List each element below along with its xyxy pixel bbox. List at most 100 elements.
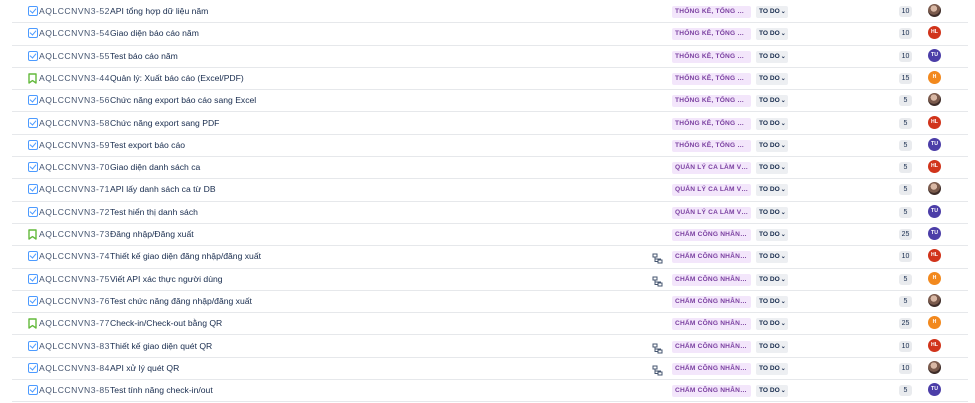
issue-key-link[interactable]: AQLCCNVN3-77 bbox=[39, 318, 110, 328]
status-dropdown[interactable]: TO DO⌄ bbox=[756, 273, 788, 286]
story-points-badge[interactable]: 5 bbox=[899, 139, 912, 151]
assignee-avatar[interactable] bbox=[928, 93, 941, 107]
epic-label[interactable]: CHẤM CÔNG NHÂN V... bbox=[672, 251, 751, 264]
story-points-badge[interactable]: 5 bbox=[899, 273, 912, 285]
epic-label[interactable]: THỐNG KÊ, TỔNG HỢ... bbox=[672, 50, 751, 63]
status-dropdown[interactable]: TO DO⌄ bbox=[756, 295, 788, 308]
assignee-avatar[interactable]: H bbox=[928, 316, 941, 330]
assignee-avatar[interactable]: TU bbox=[928, 204, 941, 218]
issue-key-link[interactable]: AQLCCNVN3-85 bbox=[39, 385, 110, 395]
story-points-badge[interactable]: 25 bbox=[899, 318, 912, 330]
issue-row[interactable]: AQLCCNVN3-56 Chức năng export báo cáo san… bbox=[12, 90, 968, 113]
epic-label[interactable]: CHẤM CÔNG NHÂN V... bbox=[672, 273, 751, 286]
issue-key-link[interactable]: AQLCCNVN3-58 bbox=[39, 118, 110, 128]
story-points-badge[interactable]: 10 bbox=[899, 362, 912, 374]
issue-summary[interactable]: Test export báo cáo bbox=[110, 140, 185, 150]
child-issues-icon[interactable] bbox=[652, 274, 663, 287]
epic-label[interactable]: THỐNG KÊ, TỔNG HỢ... bbox=[672, 6, 751, 18]
epic-label[interactable]: THỐNG KÊ, TỔNG HỢ... bbox=[672, 28, 751, 41]
issue-key-link[interactable]: AQLCCNVN3-55 bbox=[39, 51, 110, 61]
issue-row[interactable]: AQLCCNVN3-72 Test hiển thị danh sách QUẢN … bbox=[12, 202, 968, 224]
epic-label[interactable]: CHẤM CÔNG NHÂN V... bbox=[672, 229, 751, 241]
issue-row[interactable]: AQLCCNVN3-59 Test export báo cáo THỐNG KÊ,… bbox=[12, 135, 968, 158]
issue-key-link[interactable]: AQLCCNVN3-72 bbox=[39, 207, 110, 217]
issue-key-link[interactable]: AQLCCNVN3-56 bbox=[39, 95, 110, 105]
issue-row[interactable]: AQLCCNVN3-76 Test chức năng đăng nhập/đăn… bbox=[12, 291, 968, 314]
epic-label[interactable]: QUẢN LÝ CA LÀM VIỆC bbox=[672, 184, 751, 197]
child-issues-icon[interactable] bbox=[652, 251, 663, 264]
status-dropdown[interactable]: TO DO⌄ bbox=[756, 251, 788, 264]
epic-label[interactable]: CHẤM CÔNG NHÂN V... bbox=[672, 385, 751, 398]
issue-row[interactable]: AQLCCNVN3-73 Đăng nhập/Đăng xuất CHẤM CÔNG… bbox=[12, 224, 968, 247]
status-dropdown[interactable]: TO DO⌄ bbox=[756, 139, 788, 152]
issue-summary[interactable]: Chức năng export báo cáo sang Excel bbox=[110, 95, 256, 105]
issue-key-link[interactable]: AQLCCNVN3-83 bbox=[39, 341, 110, 351]
assignee-avatar[interactable] bbox=[928, 182, 941, 196]
issue-row[interactable]: AQLCCNVN3-70 Giao diện danh sách ca QUẢN L… bbox=[12, 157, 968, 180]
assignee-avatar[interactable]: TU bbox=[928, 383, 941, 397]
issue-key-link[interactable]: AQLCCNVN3-71 bbox=[39, 184, 110, 194]
story-points-badge[interactable]: 15 bbox=[899, 72, 912, 84]
issue-summary[interactable]: API tổng hợp dữ liệu năm bbox=[110, 6, 208, 16]
story-points-badge[interactable]: 10 bbox=[899, 251, 912, 263]
issue-summary[interactable]: Chức năng export sang PDF bbox=[110, 118, 219, 128]
epic-label[interactable]: CHẤM CÔNG NHÂN V... bbox=[672, 295, 751, 308]
issue-summary[interactable]: API xử lý quét QR bbox=[110, 363, 179, 373]
story-points-badge[interactable]: 10 bbox=[899, 6, 912, 17]
assignee-avatar[interactable]: H bbox=[928, 271, 941, 285]
epic-label[interactable]: CHẤM CÔNG NHÂN V... bbox=[672, 318, 751, 331]
story-points-badge[interactable]: 25 bbox=[899, 229, 912, 240]
story-points-badge[interactable]: 5 bbox=[899, 162, 912, 174]
issue-summary[interactable]: Đăng nhập/Đăng xuất bbox=[110, 229, 194, 239]
child-issues-icon[interactable] bbox=[652, 363, 663, 376]
status-dropdown[interactable]: TO DO⌄ bbox=[756, 385, 788, 398]
assignee-avatar[interactable]: HL bbox=[928, 115, 941, 129]
status-dropdown[interactable]: TO DO⌄ bbox=[756, 184, 788, 197]
issue-row[interactable]: AQLCCNVN3-83 Thiết kế giao diện quét QR CH… bbox=[12, 336, 968, 358]
issue-summary[interactable]: Giao diện danh sách ca bbox=[110, 162, 200, 172]
issue-summary[interactable]: API lấy danh sách ca từ DB bbox=[110, 184, 216, 194]
issue-summary[interactable]: Test báo cáo năm bbox=[110, 51, 178, 61]
story-points-badge[interactable]: 5 bbox=[899, 206, 912, 218]
status-dropdown[interactable]: TO DO⌄ bbox=[756, 162, 788, 175]
child-issues-icon[interactable] bbox=[652, 341, 663, 353]
issue-summary[interactable]: Viết API xác thực người dùng bbox=[110, 274, 223, 284]
status-dropdown[interactable]: TO DO⌄ bbox=[756, 95, 788, 108]
story-points-badge[interactable]: 5 bbox=[899, 385, 912, 397]
issue-key-link[interactable]: AQLCCNVN3-44 bbox=[39, 73, 110, 83]
story-points-badge[interactable]: 5 bbox=[899, 295, 912, 307]
assignee-avatar[interactable]: TU bbox=[928, 48, 941, 62]
issue-row[interactable]: AQLCCNVN3-55 Test báo cáo năm THỐNG KÊ, TỔ… bbox=[12, 46, 968, 68]
issue-summary[interactable]: Check-in/Check-out bằng QR bbox=[110, 318, 222, 328]
issue-row[interactable]: AQLCCNVN3-85 Test tính năng check-in/out C… bbox=[12, 380, 968, 403]
story-points-badge[interactable]: 10 bbox=[899, 50, 912, 62]
status-dropdown[interactable]: TO DO⌄ bbox=[756, 362, 788, 375]
issue-summary[interactable]: Test hiển thị danh sách bbox=[110, 207, 198, 217]
issue-row[interactable]: AQLCCNVN3-74 Thiết kế giao diện đăng nhập… bbox=[12, 246, 968, 269]
assignee-avatar[interactable]: HL bbox=[928, 338, 941, 352]
epic-label[interactable]: CHẤM CÔNG NHÂN V... bbox=[672, 362, 751, 375]
issue-key-link[interactable]: AQLCCNVN3-73 bbox=[39, 229, 110, 239]
epic-label[interactable]: QUẢN LÝ CA LÀM VIỆC bbox=[672, 206, 751, 219]
issue-key-link[interactable]: AQLCCNVN3-70 bbox=[39, 162, 110, 172]
status-dropdown[interactable]: TO DO⌄ bbox=[756, 28, 788, 41]
issue-key-link[interactable]: AQLCCNVN3-75 bbox=[39, 274, 110, 284]
epic-label[interactable]: THỐNG KÊ, TỔNG HỢ... bbox=[672, 72, 751, 85]
status-dropdown[interactable]: TO DO⌄ bbox=[756, 229, 788, 241]
status-dropdown[interactable]: TO DO⌄ bbox=[756, 206, 788, 219]
story-points-badge[interactable]: 5 bbox=[899, 117, 912, 129]
status-dropdown[interactable]: TO DO⌄ bbox=[756, 6, 788, 18]
issue-row[interactable]: AQLCCNVN3-58 Chức năng export sang PDF THỐ… bbox=[12, 113, 968, 135]
assignee-avatar[interactable] bbox=[928, 360, 941, 374]
assignee-avatar[interactable]: HL bbox=[928, 26, 941, 40]
issue-summary[interactable]: Test chức năng đăng nhập/đăng xuất bbox=[110, 296, 252, 306]
issue-summary[interactable]: Thiết kế giao diện đăng nhập/đăng xuất bbox=[110, 251, 261, 261]
assignee-avatar[interactable] bbox=[928, 4, 941, 17]
assignee-avatar[interactable]: H bbox=[928, 70, 941, 84]
issue-key-link[interactable]: AQLCCNVN3-74 bbox=[39, 251, 110, 261]
story-points-badge[interactable]: 10 bbox=[899, 28, 912, 40]
issue-row[interactable]: AQLCCNVN3-71 API lấy danh sách ca từ DB QU… bbox=[12, 179, 968, 202]
issue-key-link[interactable]: AQLCCNVN3-76 bbox=[39, 296, 110, 306]
issue-row[interactable]: AQLCCNVN3-44 Quản lý: Xuất báo cáo (Excel… bbox=[12, 68, 968, 91]
epic-label[interactable]: THỐNG KÊ, TỔNG HỢ... bbox=[672, 139, 751, 152]
